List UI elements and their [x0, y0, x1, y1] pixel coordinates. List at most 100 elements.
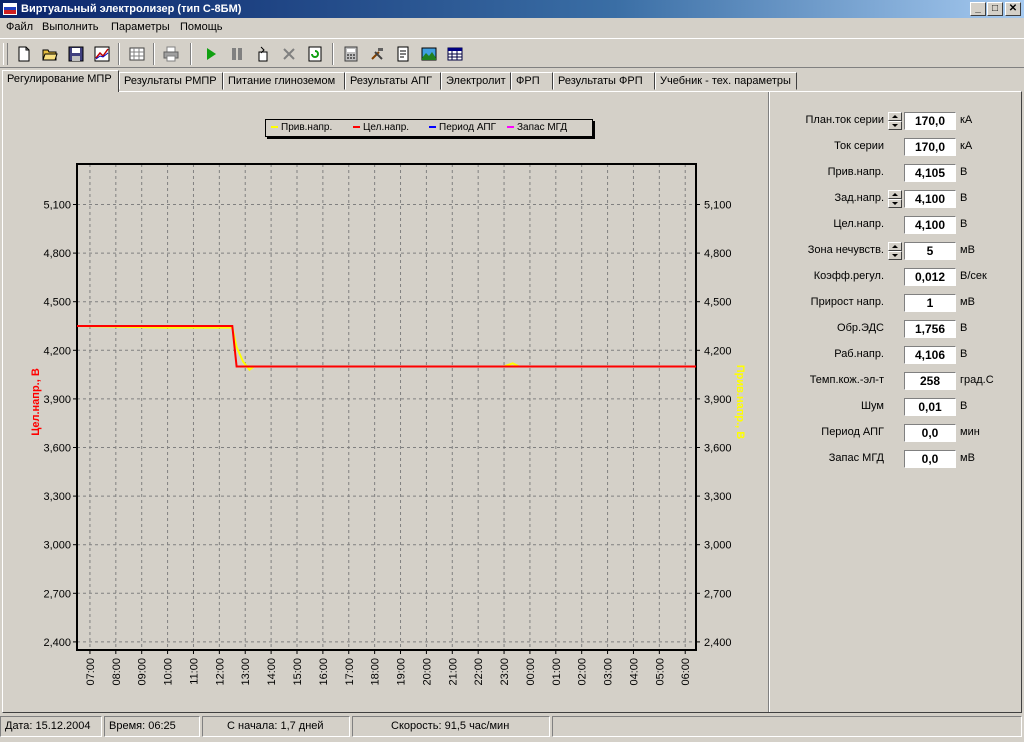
toolbar-separator: [118, 43, 120, 65]
legend-label: Цел.напр.: [363, 122, 410, 133]
y-axis-right: 5,100 4,800 4,500 4,200 3,900 3,600 3,300 3,000…: [696, 200, 732, 649]
legend-swatch: [429, 126, 436, 129]
status-since-start: С начала: 1,7 дней: [202, 716, 350, 737]
tools-icon[interactable]: [366, 43, 388, 65]
legend-item: Цел.напр.: [353, 122, 409, 133]
spinner-up-icon[interactable]: [888, 112, 902, 121]
x-tick-label: 22:00: [473, 658, 485, 686]
refresh-icon[interactable]: [304, 43, 326, 65]
param-unit: кА: [960, 140, 973, 152]
pause-icon[interactable]: [226, 43, 248, 65]
param-value-field: 0,0: [904, 450, 956, 468]
param-value-field: 0,012: [904, 268, 956, 286]
window-title: Виртуальный электролизер (тип С-8БМ): [21, 3, 242, 15]
tab-strip: Регулирование МПР Результаты РМПР Питани…: [0, 70, 1024, 92]
param-label: Запас МГД: [828, 452, 884, 464]
param-unit: мВ: [960, 452, 975, 464]
param-spinner[interactable]: [888, 190, 902, 208]
param-unit: В: [960, 218, 968, 230]
landscape-icon[interactable]: [418, 43, 440, 65]
x-tick-label: 16:00: [318, 658, 330, 686]
x-tick-label: 17:00: [344, 658, 356, 686]
tab-alumina-feed[interactable]: Питание глиноземом: [223, 72, 345, 90]
y-tick-label-right: 2,700: [704, 588, 732, 600]
param-label: Зона нечувств.: [807, 244, 884, 256]
y-tick-label-left: 3,600: [43, 443, 71, 455]
step-icon[interactable]: [252, 43, 274, 65]
menu-params[interactable]: Параметры: [111, 21, 170, 33]
toolbar-separator: [153, 43, 155, 65]
param-value-field[interactable]: 5: [904, 242, 956, 260]
param-unit: В: [960, 348, 968, 360]
x-tick-label: 01:00: [551, 658, 563, 686]
menu-help[interactable]: Помощь: [180, 21, 223, 33]
x-tick-label: 07:00: [85, 658, 97, 686]
legend-item: Прив.напр.: [271, 122, 332, 133]
spinner-down-icon[interactable]: [888, 251, 902, 260]
menu-run[interactable]: Выполнить: [42, 21, 98, 33]
param-label: План.ток серии: [805, 114, 885, 126]
x-tick-label: 20:00: [421, 658, 433, 686]
y-axis-right-label: Прив.напр., В: [734, 365, 746, 439]
x-tick-label: 13:00: [240, 658, 252, 686]
param-row: Прив.напр. 4,105 В: [772, 162, 1012, 184]
minimize-button[interactable]: _: [970, 2, 986, 16]
tab-textbook-params[interactable]: Учебник - тех. параметры: [655, 72, 797, 90]
toolbar-grip[interactable]: [3, 43, 8, 65]
y-tick-label-right: 4,800: [704, 248, 732, 260]
tab-mpr-regulation[interactable]: Регулирование МПР: [2, 70, 119, 92]
param-row: Период АПГ 0,0 мин: [772, 422, 1012, 444]
param-row: Зона нечувств. 5 мВ: [772, 240, 1012, 262]
y-tick-label-right: 3,600: [704, 443, 732, 455]
param-row: Зад.напр. 4,100 В: [772, 188, 1012, 210]
menu-file[interactable]: Файл: [6, 21, 33, 33]
param-spinner[interactable]: [888, 242, 902, 260]
play-icon[interactable]: [200, 43, 222, 65]
close-button[interactable]: ✕: [1005, 2, 1021, 16]
param-label: Темп.кож.-эл-т: [809, 374, 884, 386]
param-label: Обр.ЭДС: [837, 322, 884, 334]
notes-icon[interactable]: [392, 43, 414, 65]
legend-swatch: [507, 126, 514, 129]
spinner-up-icon[interactable]: [888, 242, 902, 251]
calculator-icon[interactable]: [340, 43, 362, 65]
param-row: Запас МГД 0,0 мВ: [772, 448, 1012, 470]
param-value-field[interactable]: 4,100: [904, 190, 956, 208]
tab-frp[interactable]: ФРП: [511, 72, 553, 90]
tab-frp-results[interactable]: Результаты ФРП: [553, 72, 655, 90]
param-unit: град.С: [960, 374, 994, 386]
param-value-field: 0,01: [904, 398, 956, 416]
tab-electrolyte[interactable]: Электролит: [441, 72, 511, 90]
tab-apg-results[interactable]: Результаты АПГ: [345, 72, 441, 90]
x-tick-label: 04:00: [628, 658, 640, 686]
save-icon[interactable]: [65, 43, 87, 65]
y-tick-label-right: 5,100: [704, 200, 732, 212]
spinner-down-icon[interactable]: [888, 199, 902, 208]
param-row: Ток серии 170,0 кА: [772, 136, 1012, 158]
tab-rmpr-results[interactable]: Результаты РМПР: [119, 72, 223, 90]
x-tick-label: 10:00: [163, 658, 175, 686]
app-flag-icon: [3, 3, 17, 15]
stop-icon[interactable]: [278, 43, 300, 65]
spinner-down-icon[interactable]: [888, 121, 902, 130]
maximize-button[interactable]: □: [987, 2, 1003, 16]
param-value-field[interactable]: 170,0: [904, 112, 956, 130]
spinner-up-icon[interactable]: [888, 190, 902, 199]
table-icon[interactable]: [444, 43, 466, 65]
param-unit: В: [960, 166, 968, 178]
param-value-field: 4,106: [904, 346, 956, 364]
open-icon[interactable]: [39, 43, 61, 65]
param-row: Коэфф.регул. 0,012 В/сек: [772, 266, 1012, 288]
grid-icon[interactable]: [126, 43, 148, 65]
param-unit: В: [960, 192, 968, 204]
print-icon[interactable]: [160, 43, 182, 65]
x-tick-label: 14:00: [266, 658, 278, 686]
new-icon[interactable]: [13, 43, 35, 65]
chart-icon[interactable]: [91, 43, 113, 65]
param-unit: мВ: [960, 244, 975, 256]
y-tick-label-left: 2,700: [43, 588, 71, 600]
param-spinner[interactable]: [888, 112, 902, 130]
status-empty: [552, 716, 1022, 737]
param-value-field: 1: [904, 294, 956, 312]
legend-label: Запас МГД: [517, 122, 568, 133]
